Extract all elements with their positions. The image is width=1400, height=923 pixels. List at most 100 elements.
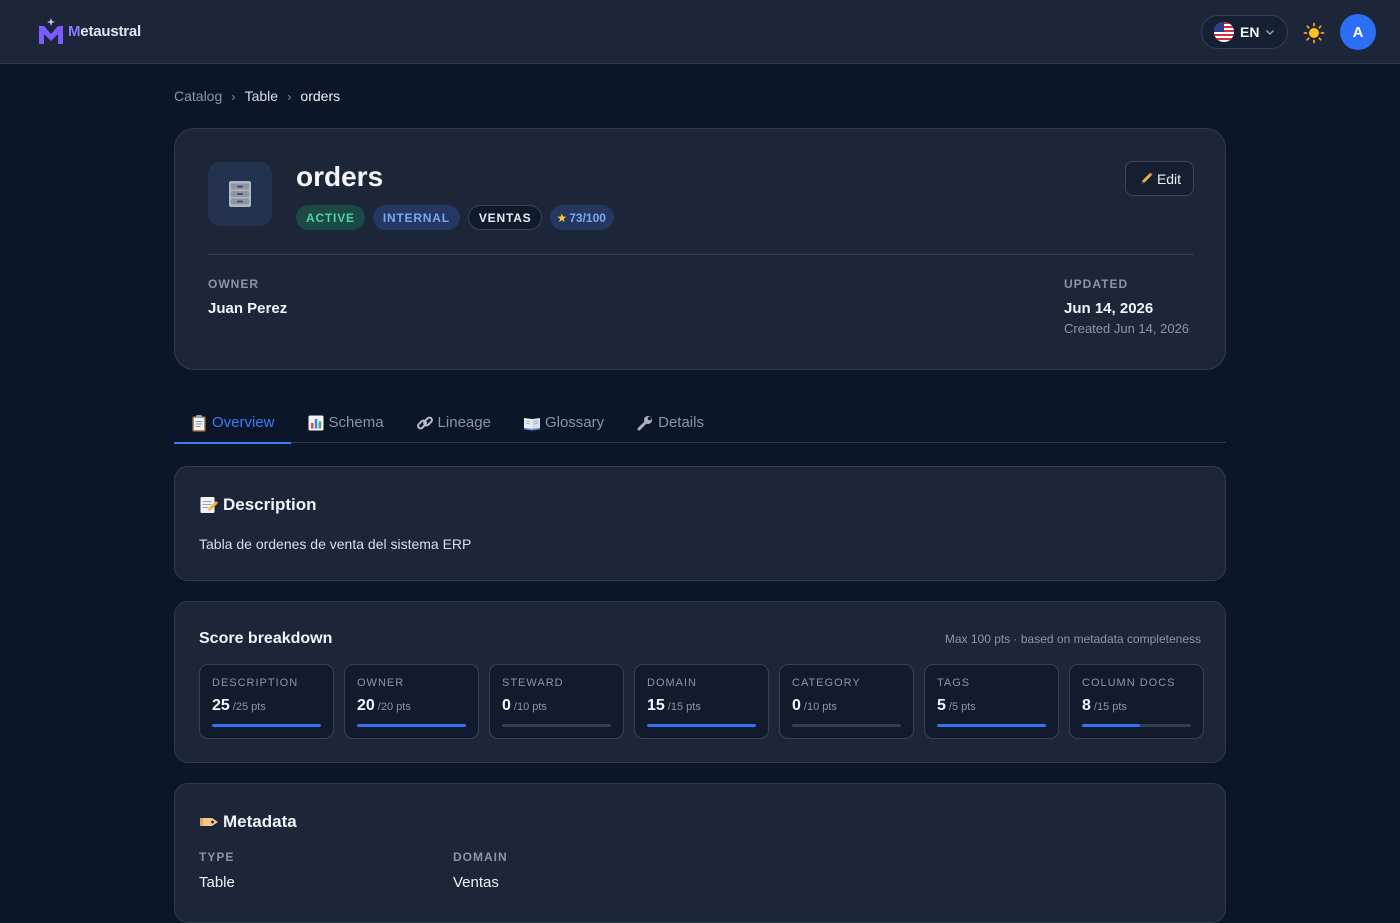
score-tile-label: CATEGORY [792,677,861,689]
tab-glossary[interactable]: Glossary [507,402,620,443]
tag-icon [200,818,218,826]
top-bar: Metaustral EN A [0,0,1400,64]
bar-chart-icon [308,415,324,430]
metadata-title: Metadata [199,812,297,832]
score-tile: DOMAIN 15/15 pts [634,664,769,739]
score-progress-bar [502,724,611,727]
breadcrumb-table[interactable]: Table [245,88,278,104]
owner-name: Juan Perez [208,300,288,317]
breadcrumb: Catalog › Table › orders [174,88,340,104]
tab-details-label: Details [658,414,704,431]
score-tile-value: 0/10 pts [792,697,837,715]
file-cabinet-icon [208,162,272,226]
score-tile-label: COLUMN DOCS [1082,677,1176,689]
score-progress-fill [937,724,1046,727]
asset-header-card: orders ACTIVE INTERNAL VENTAS ★ 73/100 E… [174,128,1226,370]
language-code: EN [1240,24,1260,40]
description-card: Description Tabla de ordenes de venta de… [174,466,1226,581]
score-tile: DESCRIPTION 25/25 pts [199,664,334,739]
score-badge: ★ 73/100 [550,205,614,230]
tab-glossary-label: Glossary [544,414,605,431]
theme-toggle-sun-icon[interactable] [1302,21,1326,45]
score-tile-max: /15 pts [1093,701,1127,713]
score-tile-max: /10 pts [513,701,547,713]
metadata-field-domain: DOMAIN Ventas [453,850,707,891]
score-tile-points: 8 [1082,697,1091,714]
score-progress-bar [937,724,1046,727]
score-progress-fill [212,724,321,727]
score-tile-max: /10 pts [803,701,837,713]
breadcrumb-current: orders [300,88,341,104]
tab-bar: Overview Schema Lineage Glossary Details [174,402,1226,444]
metaustral-logo-icon [39,18,63,44]
language-selector[interactable]: EN [1201,15,1288,49]
metadata-domain-label: DOMAIN [453,850,508,864]
chevron-down-icon [1266,30,1275,35]
tab-details[interactable]: Details [620,402,720,443]
metadata-domain-value: Ventas [453,874,499,891]
score-progress-bar [357,724,466,727]
score-tile-points: 25 [212,697,230,714]
score-progress-bar [792,724,901,727]
score-tile: STEWARD 0/10 pts [489,664,624,739]
asset-title: orders [296,161,384,192]
created-date: Created Jun 14, 2026 [1064,321,1190,336]
metadata-type-value: Table [199,874,235,891]
score-tile-points: 0 [792,697,801,714]
edit-button-label: Edit [1156,170,1182,187]
metadata-card: Metadata TYPE Table DOMAIN Ventas [174,783,1226,923]
memo-icon [200,497,218,513]
description-title: Description [199,495,317,515]
clipboard-icon [192,414,206,431]
score-progress-bar [647,724,756,727]
score-tile-points: 5 [937,697,946,714]
score-progress-bar [1082,724,1191,727]
score-tile-label: TAGS [937,677,971,689]
wrench-icon [637,415,653,430]
score-tile-value: 5/5 pts [937,697,976,715]
brand[interactable]: Metaustral [38,17,141,45]
domain-badge[interactable]: VENTAS [467,205,543,230]
updated-date: Jun 14, 2026 [1064,300,1154,317]
score-tile: OWNER 20/20 pts [344,664,479,739]
tab-lineage[interactable]: Lineage [400,402,507,443]
score-tile-label: OWNER [357,677,405,689]
metadata-type-label: TYPE [199,850,235,864]
score-tile: TAGS 5/5 pts [924,664,1059,739]
score-tile-points: 15 [647,697,665,714]
owner-section: OWNER Juan Perez [208,277,287,317]
score-tiles: DESCRIPTION 25/25 pts OWNER 20/20 pts STEWAR… [199,664,1204,739]
score-tile-label: DOMAIN [647,677,697,689]
metadata-field-type: TYPE Table [199,850,453,891]
owner-label: OWNER [208,277,259,291]
updated-section: UPDATED Jun 14, 2026 Created Jun 14, 202… [1064,277,1189,336]
score-progress-bar [212,724,321,727]
score-tile: COLUMN DOCS 8/15 pts [1069,664,1204,739]
score-tile-value: 0/10 pts [502,697,547,715]
visibility-badge: INTERNAL [372,205,460,230]
score-tile-max: /20 pts [377,701,411,713]
score-tile-value: 25/25 pts [212,697,266,715]
score-tile-points: 20 [357,697,375,714]
us-flag-icon [1214,22,1234,42]
score-tile-value: 15/15 pts [647,697,701,715]
score-tile-label: DESCRIPTION [212,677,299,689]
edit-button[interactable]: Edit [1125,161,1194,196]
score-tile-value: 20/20 pts [357,697,411,715]
tab-overview-label: Overview [212,414,275,431]
tab-schema[interactable]: Schema [291,402,400,443]
score-breakdown-title: Score breakdown [199,630,333,647]
book-icon [523,417,540,430]
updated-label: UPDATED [1064,277,1129,291]
score-progress-fill [647,724,756,727]
score-breakdown-note: Max 100 pts · based on metadata complete… [944,632,1201,646]
score-tile-max: /15 pts [667,701,701,713]
breadcrumb-catalog[interactable]: Catalog [174,88,222,104]
score-tile-max: /5 pts [948,701,976,713]
status-badge: ACTIVE [296,205,365,230]
score-breakdown-card: Score breakdown Max 100 pts · based on m… [174,601,1226,763]
tab-overview[interactable]: Overview [174,402,291,444]
link-icon [416,416,433,429]
score-tile: CATEGORY 0/10 pts [779,664,914,739]
user-avatar[interactable]: A [1340,14,1376,50]
